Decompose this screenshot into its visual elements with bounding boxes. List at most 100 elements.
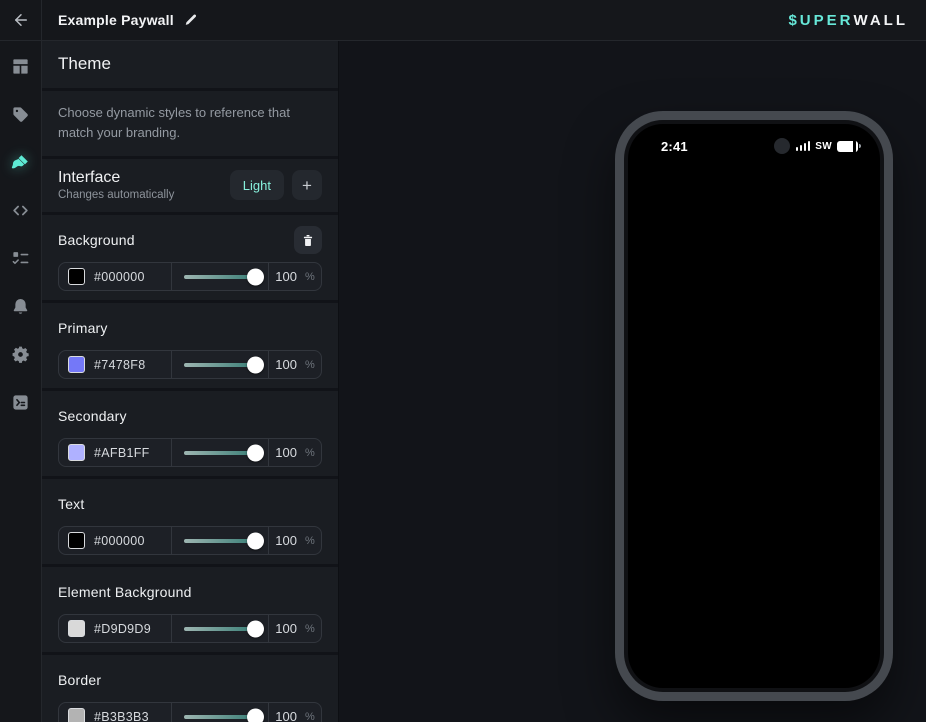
opacity-unit: % [305,359,315,371]
hex-input[interactable]: #7478F8 [59,351,171,378]
sidebar-item-settings[interactable] [10,343,32,365]
superwall-editor: Example Paywall $UPERWALL [0,0,926,722]
page-title: Example Paywall [58,12,174,28]
color-control: #D9D9D9 100 % [58,614,322,643]
delete-color-button[interactable] [294,226,322,254]
hex-input[interactable]: #000000 [59,263,171,290]
opacity-slider[interactable] [171,527,269,554]
title-wrap: Example Paywall [42,0,770,40]
color-label-row: Element Background [58,579,322,605]
opacity-value: 100 [275,357,297,372]
hex-value: #7478F8 [94,358,145,372]
color-section: Primary #7478F8 100 % [42,303,338,391]
slider-thumb[interactable] [247,708,264,722]
opacity-value: 100 [275,709,297,722]
opacity-cell[interactable]: 100 % [269,439,321,466]
slider-track[interactable] [184,451,256,455]
sidebar-item-console[interactable] [10,391,32,413]
console-icon [11,393,30,412]
opacity-slider[interactable] [171,263,269,290]
color-control: #AFB1FF 100 % [58,438,322,467]
theme-panel: Theme Choose dynamic styles to reference… [42,41,339,722]
interface-section: Interface Changes automatically Light + [42,159,338,215]
opacity-slider[interactable] [171,615,269,642]
sidebar-item-checklist[interactable] [10,247,32,269]
sidebar-item-theme[interactable] [10,151,32,173]
opacity-slider[interactable] [171,703,269,722]
slider-thumb[interactable] [247,268,264,285]
interface-mode-button[interactable]: Light [230,170,284,200]
slider-track[interactable] [184,275,256,279]
sidebar-icon-rail [0,41,42,722]
phone-bezel: 2:41 SW [624,120,884,692]
hex-input[interactable]: #D9D9D9 [59,615,171,642]
color-swatch[interactable] [68,620,85,637]
opacity-unit: % [305,711,315,722]
paywall-preview-screen[interactable]: 2:41 SW [628,124,880,688]
slider-track[interactable] [184,539,256,543]
sidebar-item-layout[interactable] [10,55,32,77]
checklist-icon [11,249,30,268]
color-control: #000000 100 % [58,526,322,555]
battery-icon [837,141,861,152]
carrier-label: SW [815,141,832,152]
hex-value: #000000 [94,534,145,548]
phone-mockup: 2:41 SW [615,111,893,701]
slider-track[interactable] [184,715,256,719]
color-section-label: Secondary [58,408,127,424]
color-section-label: Text [58,496,84,512]
color-sections: Background #000000 100 % Primary [42,215,338,722]
color-label-row: Primary [58,315,322,341]
opacity-unit: % [305,535,315,547]
opacity-cell[interactable]: 100 % [269,703,321,722]
opacity-value: 100 [275,533,297,548]
slider-thumb[interactable] [247,620,264,637]
slider-thumb[interactable] [247,356,264,373]
interface-sublabel: Changes automatically [58,189,174,201]
hex-value: #B3B3B3 [94,710,149,722]
color-label-row: Text [58,491,322,517]
layout-icon [11,57,30,76]
opacity-cell[interactable]: 100 % [269,615,321,642]
sidebar-item-products[interactable] [10,103,32,125]
hex-value: #AFB1FF [94,446,150,460]
hex-value: #000000 [94,270,145,284]
color-swatch[interactable] [68,444,85,461]
gear-icon [11,345,30,364]
opacity-cell[interactable]: 100 % [269,351,321,378]
color-swatch[interactable] [68,708,85,722]
status-time: 2:41 [661,139,688,154]
hex-input[interactable]: #000000 [59,527,171,554]
opacity-cell[interactable]: 100 % [269,527,321,554]
slider-track[interactable] [184,627,256,631]
panel-title: Theme [58,54,322,74]
color-label-row: Background [58,227,322,253]
color-section-label: Primary [58,320,108,336]
color-control: #B3B3B3 100 % [58,702,322,722]
color-control: #7478F8 100 % [58,350,322,379]
color-label-row: Secondary [58,403,322,429]
slider-thumb[interactable] [247,532,264,549]
pencil-icon [184,13,198,27]
add-interface-button[interactable]: + [292,170,322,200]
color-swatch[interactable] [68,356,85,373]
panel-header: Theme [42,41,338,91]
color-swatch[interactable] [68,532,85,549]
sidebar-item-notifications[interactable] [10,295,32,317]
trash-icon [301,233,315,248]
opacity-unit: % [305,447,315,459]
slider-track[interactable] [184,363,256,367]
opacity-slider[interactable] [171,439,269,466]
color-swatch[interactable] [68,268,85,285]
opacity-cell[interactable]: 100 % [269,263,321,290]
color-section-label: Border [58,672,101,688]
back-button[interactable] [0,0,42,40]
tag-icon [11,105,30,124]
status-icons: SW [796,141,861,152]
edit-title-button[interactable] [184,13,198,27]
hex-input[interactable]: #B3B3B3 [59,703,171,722]
opacity-slider[interactable] [171,351,269,378]
sidebar-item-code[interactable] [10,199,32,221]
slider-thumb[interactable] [247,444,264,461]
hex-input[interactable]: #AFB1FF [59,439,171,466]
